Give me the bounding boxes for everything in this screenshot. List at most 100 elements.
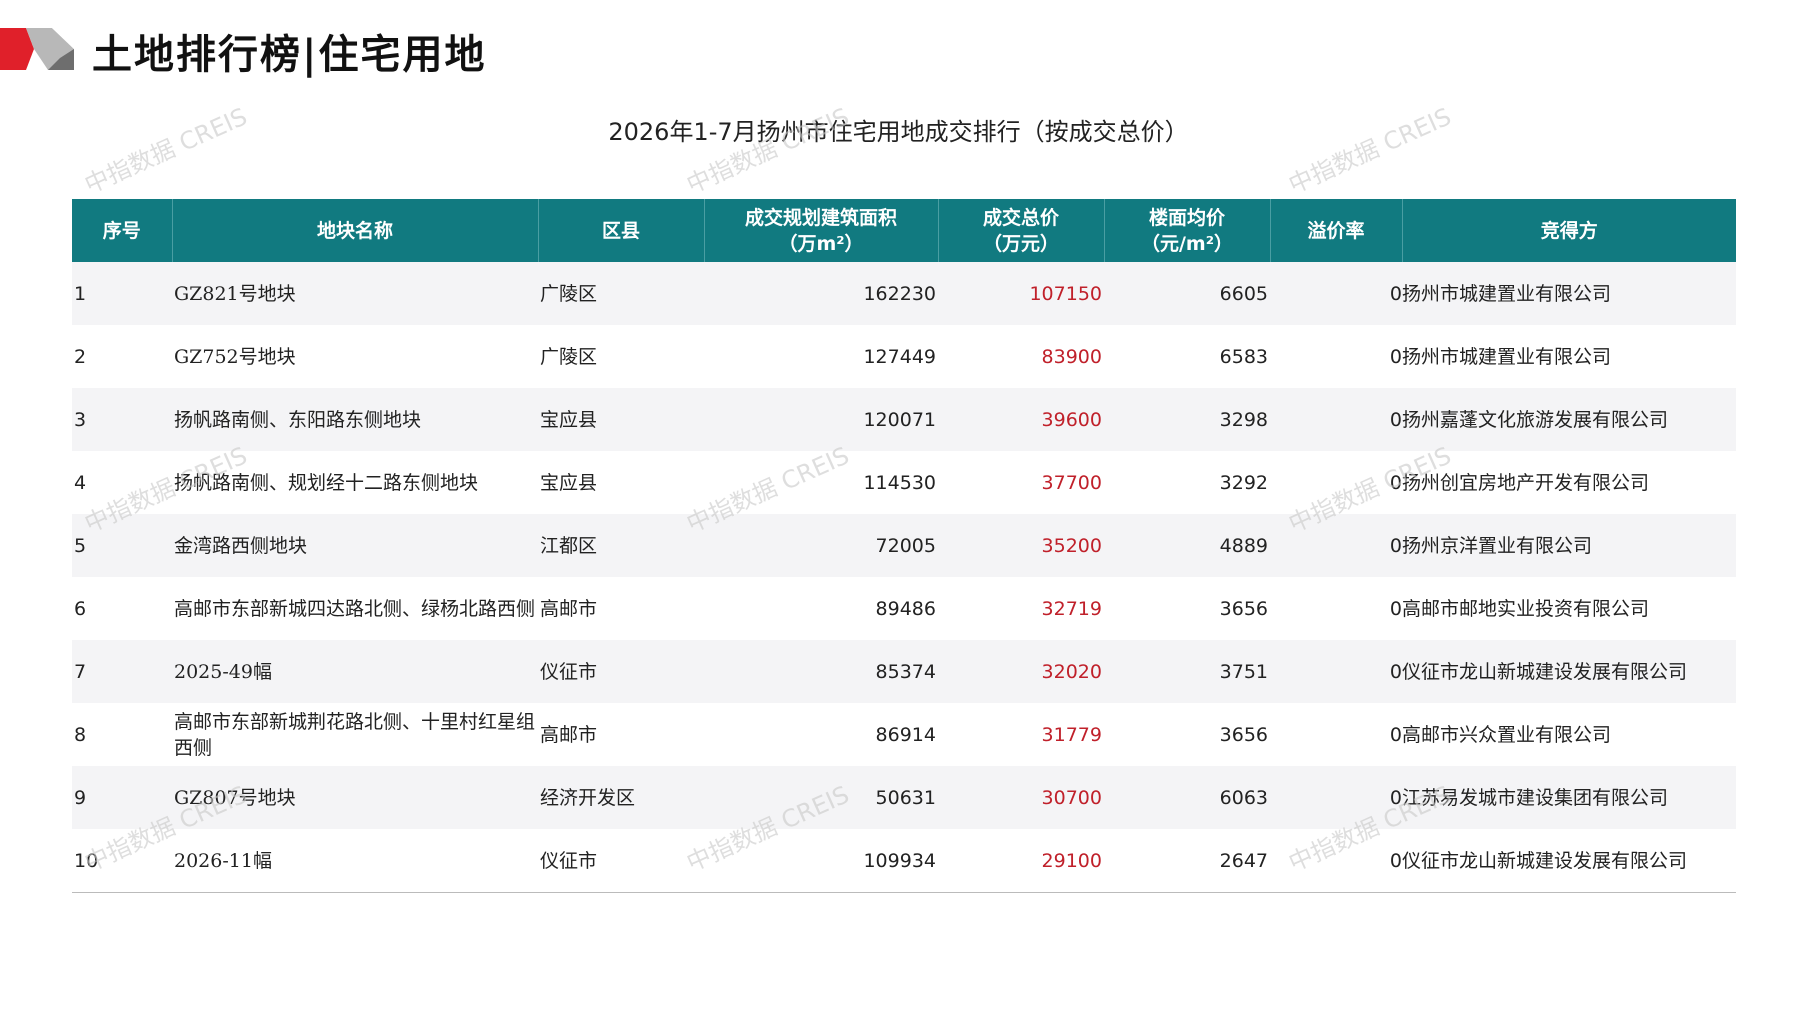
total-price-cell: 29100 xyxy=(938,829,1104,893)
floor-price-cell: 3292 xyxy=(1219,471,1268,494)
rank-cell: 6 xyxy=(74,597,87,620)
total-price-cell: 32719 xyxy=(1041,597,1102,620)
floor-price-cell: 3656 xyxy=(1219,597,1268,620)
area-cell: 50631 xyxy=(704,766,938,829)
winner-cell: 仪征市龙山新城建设发展有限公司 xyxy=(1402,640,1736,703)
district-cell: 经济开发区 xyxy=(538,766,704,829)
district-cell: 广陵区 xyxy=(538,262,704,325)
floor-price-cell: 6063 xyxy=(1104,766,1270,829)
parcel-name-cell: 扬帆路南侧、规划经十二路东侧地块 xyxy=(174,471,479,494)
winner-cell: 高邮市兴众置业有限公司 xyxy=(1402,723,1612,746)
col-total-price-header: 成交总价 （万元） xyxy=(938,199,1105,262)
floor-price-cell: 4889 xyxy=(1104,514,1270,577)
premium-rate-cell: 0 xyxy=(1389,471,1402,494)
col-parcel-name-header: 地块名称 xyxy=(172,199,539,262)
header-label: 区县 xyxy=(601,219,640,242)
winner-cell: 扬州京洋置业有限公司 xyxy=(1402,514,1736,577)
table-title: 2026年1-7月扬州市住宅用地成交排行（按成交总价） xyxy=(608,118,1189,146)
area-cell: 120071 xyxy=(704,388,938,451)
total-price-cell: 32020 xyxy=(938,640,1104,703)
total-price-cell: 83900 xyxy=(1041,345,1102,368)
premium-rate-cell: 0 xyxy=(1270,388,1402,451)
premium-rate-cell: 0 xyxy=(1389,345,1402,368)
area-cell: 72005 xyxy=(704,514,938,577)
premium-rate-cell: 0 xyxy=(1389,597,1402,620)
rank-cell: 10 xyxy=(72,829,172,893)
district-cell: 宝应县 xyxy=(538,388,704,451)
parcel-name-cell: 金湾路西侧地块 xyxy=(172,514,538,577)
header-unit: （元/m²） xyxy=(1140,232,1234,255)
header-label: 楼面均价 xyxy=(1148,206,1225,229)
header-unit: （万m²） xyxy=(778,232,864,255)
premium-rate-cell: 0 xyxy=(1270,640,1402,703)
district-cell: 高邮市 xyxy=(540,597,598,620)
header-label: 成交规划建筑面积 xyxy=(744,206,897,229)
premium-rate-cell: 0 xyxy=(1270,829,1402,893)
floor-price-cell: 3656 xyxy=(1219,723,1268,746)
table-row: 4 扬帆路南侧、规划经十二路东侧地块 宝应县 114530 37700 3292 0 扬州创宜… xyxy=(72,451,1736,514)
parcel-name-cell: GZ807号地块 xyxy=(172,766,538,829)
district-cell: 仪征市 xyxy=(538,640,704,703)
parcel-name-cell: 高邮市东部新城四达路北侧、绿杨北路西侧 xyxy=(174,597,536,620)
table-row: 8 高邮市东部新城荆花路北侧、十里村红星组西侧 高邮市 86914 31779 3656 0… xyxy=(72,703,1736,766)
district-cell: 仪征市 xyxy=(538,829,704,893)
rank-cell: 5 xyxy=(72,514,172,577)
col-floor-price-header: 楼面均价 （元/m²） xyxy=(1104,199,1271,262)
area-cell: 162230 xyxy=(704,262,938,325)
floor-price-cell: 2647 xyxy=(1104,829,1270,893)
page-title: 土地排行榜|住宅用地 xyxy=(92,31,487,78)
parcel-name-cell: GZ821号地块 xyxy=(172,262,538,325)
header-label: 序号 xyxy=(102,219,141,242)
premium-rate-cell: 0 xyxy=(1389,723,1402,746)
district-cell: 高邮市 xyxy=(540,723,598,746)
table-header-row: 序号 地块名称 区县 成交规划建筑面积 （万m²） 成交总价 （万元） 楼面均价 （元/m²） 溢… xyxy=(72,199,1736,262)
table-row: 2 GZ752号地块 广陵区 127449 83900 6583 0 扬州市城建置业有限公司 xyxy=(72,325,1736,388)
header-label: 成交总价 xyxy=(982,206,1059,229)
table-row: 5 金湾路西侧地块 江都区 72005 35200 4889 0 扬州京洋置业有限公司 xyxy=(72,514,1736,577)
table-row: 10 2026-11幅 仪征市 109934 29100 2647 0 仪征市龙山新城建设发展… xyxy=(72,829,1736,893)
area-cell: 114530 xyxy=(863,471,936,494)
rank-cell: 1 xyxy=(72,262,172,325)
col-rank-header: 序号 xyxy=(72,199,173,262)
rank-cell: 4 xyxy=(74,471,87,494)
area-cell: 127449 xyxy=(863,345,936,368)
premium-rate-cell: 0 xyxy=(1270,766,1402,829)
rank-cell: 2 xyxy=(74,345,87,368)
table-row: 6 高邮市东部新城四达路北侧、绿杨北路西侧 高邮市 89486 32719 3656 0 高邮… xyxy=(72,577,1736,640)
winner-cell: 高邮市邮地实业投资有限公司 xyxy=(1402,597,1650,620)
area-cell: 109934 xyxy=(704,829,938,893)
area-cell: 89486 xyxy=(875,597,936,620)
rank-cell: 3 xyxy=(72,388,172,451)
floor-price-cell: 6605 xyxy=(1104,262,1270,325)
total-price-cell: 35200 xyxy=(938,514,1104,577)
header-unit: （万元） xyxy=(982,232,1059,255)
winner-cell: 扬州市城建置业有限公司 xyxy=(1402,345,1612,368)
land-ranking-table: 序号 地块名称 区县 成交规划建筑面积 （万m²） 成交总价 （万元） 楼面均价 （元/m²） 溢… xyxy=(72,199,1736,893)
parcel-name-cell: 2025-49幅 xyxy=(172,640,538,703)
premium-rate-cell: 0 xyxy=(1270,262,1402,325)
header-label: 溢价率 xyxy=(1307,219,1365,242)
brand-logo-icon xyxy=(0,28,74,70)
winner-cell: 扬州嘉蓬文化旅游发展有限公司 xyxy=(1402,388,1736,451)
premium-rate-cell: 0 xyxy=(1270,514,1402,577)
total-price-cell: 39600 xyxy=(938,388,1104,451)
rank-cell: 7 xyxy=(72,640,172,703)
parcel-name-cell: 2026-11幅 xyxy=(172,829,538,893)
district-cell: 江都区 xyxy=(538,514,704,577)
col-winner-header: 竞得方 xyxy=(1402,199,1736,262)
area-cell: 86914 xyxy=(875,723,936,746)
parcel-name-cell: GZ752号地块 xyxy=(174,345,296,368)
col-district-header: 区县 xyxy=(538,199,705,262)
total-price-cell: 37700 xyxy=(1041,471,1102,494)
area-cell: 85374 xyxy=(704,640,938,703)
table-row: 3 扬帆路南侧、东阳路东侧地块 宝应县 120071 39600 3298 0 扬州嘉蓬文化旅… xyxy=(72,388,1736,451)
floor-price-cell: 3751 xyxy=(1104,640,1270,703)
total-price-cell: 30700 xyxy=(938,766,1104,829)
total-price-cell: 107150 xyxy=(938,262,1104,325)
winner-cell: 江苏易发城市建设集团有限公司 xyxy=(1402,766,1736,829)
winner-cell: 扬州市城建置业有限公司 xyxy=(1402,262,1736,325)
winner-cell: 扬州创宜房地产开发有限公司 xyxy=(1402,471,1650,494)
col-area-header: 成交规划建筑面积 （万m²） xyxy=(704,199,939,262)
parcel-name-cell: 高邮市东部新城荆花路北侧、十里村红星组西侧 xyxy=(174,710,536,759)
rank-cell: 9 xyxy=(72,766,172,829)
